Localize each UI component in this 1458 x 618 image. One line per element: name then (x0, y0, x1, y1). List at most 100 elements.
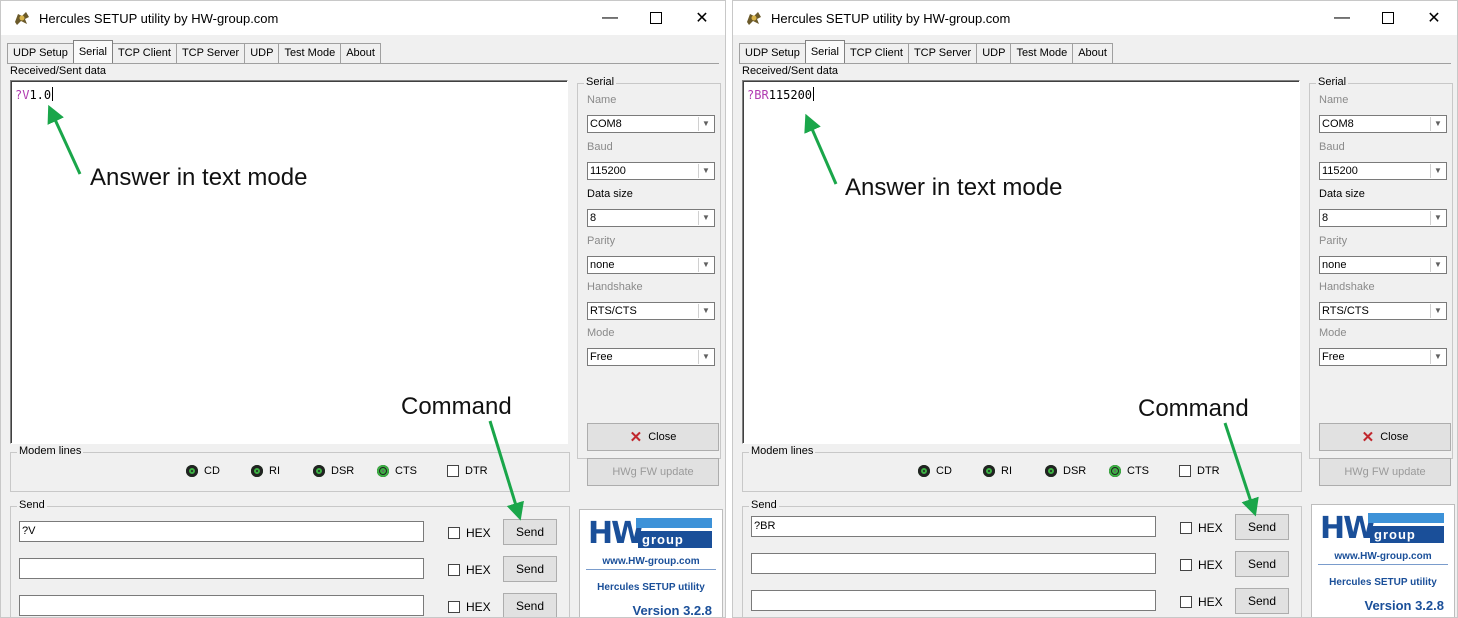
maximize-button[interactable] (633, 1, 679, 35)
mode-label: Mode (587, 327, 615, 339)
handshake-select[interactable]: RTS/CTS ▼ (587, 302, 715, 320)
led-icon (918, 465, 930, 477)
cd-label: CD (936, 465, 952, 477)
annotation-answer-right: Answer in text mode (845, 174, 1063, 201)
fw-update-button[interactable]: HWg FW update (587, 458, 719, 486)
received-value: 1.0 (29, 88, 52, 102)
hw-group-logo: HW group www.HW-group.com Hercules SETUP… (1311, 504, 1455, 617)
send-button-2[interactable]: Send (1235, 551, 1289, 577)
send-input-2[interactable] (19, 558, 424, 579)
dtr-checkbox[interactable]: DTR (1179, 465, 1220, 477)
chevron-down-icon: ▼ (698, 350, 713, 364)
send-input-2[interactable] (751, 553, 1156, 574)
baud-select[interactable]: 115200 ▼ (1319, 162, 1447, 180)
tab-udp-setup[interactable]: UDP Setup (739, 43, 806, 63)
close-button-label: Close (648, 431, 677, 443)
hex-checkbox-1[interactable]: HEX (1180, 521, 1223, 535)
send-button-3[interactable]: Send (1235, 588, 1289, 614)
mode-select[interactable]: Free ▼ (1319, 348, 1447, 366)
logo-divider (1318, 564, 1448, 565)
tab-serial[interactable]: Serial (72, 40, 113, 63)
parity-select[interactable]: none ▼ (587, 256, 715, 274)
tab-test-mode[interactable]: Test Mode (278, 43, 342, 63)
close-port-button[interactable]: ✕ Close (1319, 423, 1451, 451)
checkbox-icon (448, 564, 460, 576)
parity-select[interactable]: none ▼ (1319, 256, 1447, 274)
annotation-command-left: Command (401, 393, 512, 420)
handshake-select[interactable]: RTS/CTS ▼ (1319, 302, 1447, 320)
data-size-select[interactable]: 8 ▼ (1319, 209, 1447, 227)
minimize-button[interactable]: — (587, 1, 633, 35)
logo-url: www.HW-group.com (1334, 551, 1432, 562)
tab-about[interactable]: About (1072, 43, 1113, 63)
close-port-button[interactable]: ✕ Close (587, 423, 719, 451)
title-bar: Hercules SETUP utility by HW-group.com —… (1, 1, 725, 35)
close-x-icon: ✕ (1361, 429, 1375, 446)
tab-tcp-server[interactable]: TCP Server (175, 43, 246, 63)
send-input-1[interactable]: ?BR (751, 516, 1156, 537)
minimize-button[interactable]: — (1319, 1, 1365, 35)
send-input-1[interactable]: ?V (19, 521, 424, 542)
chevron-down-icon: ▼ (1430, 304, 1445, 318)
title-bar: Hercules SETUP utility by HW-group.com —… (733, 1, 1457, 35)
ri-label: RI (1001, 465, 1012, 477)
tab-test-mode[interactable]: Test Mode (1010, 43, 1074, 63)
send-button-2[interactable]: Send (503, 556, 557, 582)
hex-checkbox-3[interactable]: HEX (1180, 595, 1223, 609)
send-button-1[interactable]: Send (503, 519, 557, 545)
parity-value: none (590, 259, 615, 271)
parity-label: Parity (587, 235, 616, 247)
cd-indicator: CD (918, 465, 952, 477)
dtr-checkbox[interactable]: DTR (447, 465, 488, 477)
serial-group-title: Serial (1316, 76, 1349, 88)
hex-checkbox-2[interactable]: HEX (448, 563, 491, 577)
led-icon (186, 465, 198, 477)
tab-tcp-client[interactable]: TCP Client (111, 43, 177, 63)
hex-checkbox-1[interactable]: HEX (448, 526, 491, 540)
port-name-select[interactable]: COM8 ▼ (587, 115, 715, 133)
logo-url: www.HW-group.com (602, 556, 700, 567)
mode-select[interactable]: Free ▼ (587, 348, 715, 366)
logo-hw-text: HW (1320, 511, 1376, 546)
baud-select[interactable]: 115200 ▼ (587, 162, 715, 180)
close-window-button[interactable]: ✕ (679, 1, 725, 35)
handshake-label: Handshake (1319, 281, 1375, 293)
chevron-down-icon: ▼ (698, 258, 713, 272)
modem-lines-title: Modem lines (749, 445, 816, 457)
serial-group-title: Serial (584, 76, 617, 88)
tab-tcp-client[interactable]: TCP Client (843, 43, 909, 63)
port-name-select[interactable]: COM8 ▼ (1319, 115, 1447, 133)
received-value: 115200 (768, 88, 813, 102)
hercules-window-left: Hercules SETUP utility by HW-group.com —… (0, 0, 726, 618)
tab-serial[interactable]: Serial (804, 40, 845, 63)
parity-value: none (1322, 259, 1347, 271)
hex-label: HEX (1198, 595, 1223, 609)
send-button-3[interactable]: Send (503, 593, 557, 617)
send-button-1[interactable]: Send (1235, 514, 1289, 540)
chevron-down-icon: ▼ (1430, 164, 1445, 178)
tab-about[interactable]: About (340, 43, 381, 63)
received-data-area[interactable]: ?BR115200 (742, 80, 1300, 444)
hex-checkbox-3[interactable]: HEX (448, 600, 491, 614)
received-command: ?V (15, 88, 30, 102)
maximize-button[interactable] (1365, 1, 1411, 35)
close-x-icon: ✕ (629, 429, 643, 446)
baud-label: Baud (1319, 141, 1345, 153)
send-input-3[interactable] (751, 590, 1156, 611)
fw-update-button[interactable]: HWg FW update (1319, 458, 1451, 486)
send-input-3[interactable] (19, 595, 424, 616)
received-data-area[interactable]: ?V1.0 (10, 80, 568, 444)
logo-bar (636, 518, 712, 528)
led-icon (313, 465, 325, 477)
hex-checkbox-2[interactable]: HEX (1180, 558, 1223, 572)
tab-udp[interactable]: UDP (244, 43, 280, 63)
received-command: ?BR (747, 88, 769, 102)
close-window-button[interactable]: ✕ (1411, 1, 1457, 35)
tab-bar: UDP Setup Serial TCP Client TCP Server U… (739, 40, 1113, 63)
send-group-title: Send (749, 499, 779, 511)
data-size-select[interactable]: 8 ▼ (587, 209, 715, 227)
tab-udp-setup[interactable]: UDP Setup (7, 43, 74, 63)
tab-tcp-server[interactable]: TCP Server (907, 43, 978, 63)
tab-udp[interactable]: UDP (976, 43, 1012, 63)
mode-value: Free (1322, 351, 1345, 363)
